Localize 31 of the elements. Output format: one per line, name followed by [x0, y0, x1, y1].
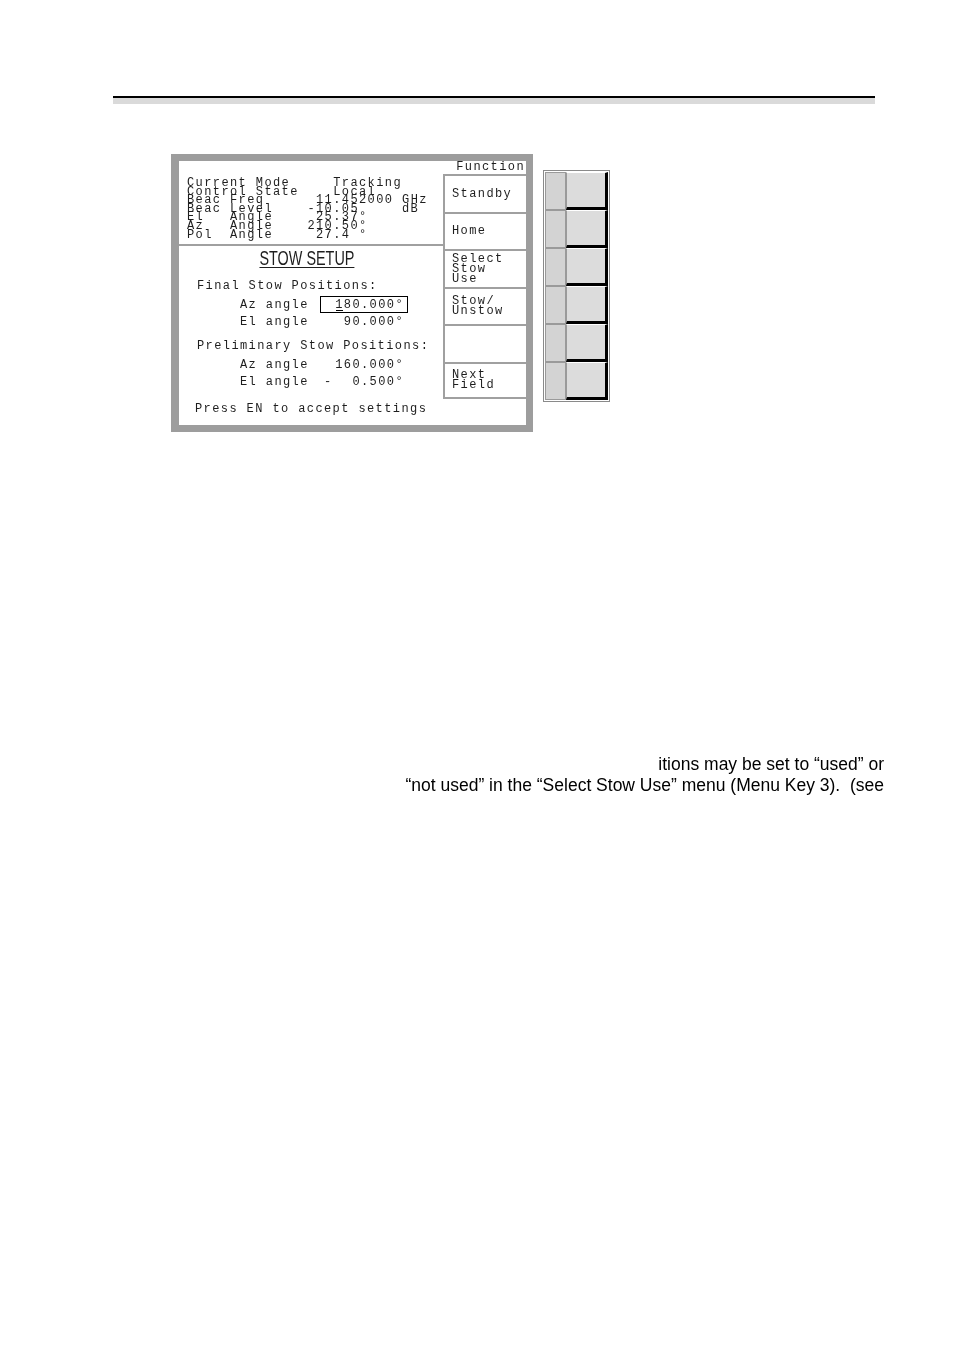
status-value: Tracking [333, 179, 403, 188]
prompt-text: Press EN to accept settings [194, 402, 429, 416]
hardware-key[interactable] [545, 248, 608, 286]
field-label: El angle [240, 314, 310, 329]
hardware-key[interactable] [545, 324, 608, 362]
section-heading: Preliminary Stow Positions: [196, 339, 431, 353]
softkey-label: Next Field [443, 361, 526, 399]
hardware-key[interactable] [545, 210, 608, 248]
status-value: 27.4 ° [316, 230, 368, 240]
body-text: itions may be set to “used” or [658, 754, 884, 775]
softkey-label: Standby [443, 174, 526, 212]
softkey-label: Select Stow Use [443, 249, 526, 287]
field-label: Az angle [240, 357, 310, 372]
screen-title: STOW SETUP [259, 248, 355, 268]
angle-field[interactable]: 180.000° [320, 296, 408, 313]
softkey-label: Stow/ Unstow [443, 286, 526, 324]
angle-field[interactable]: 90.000° [320, 313, 408, 330]
field-label: Az angle [240, 297, 310, 312]
angle-field[interactable]: 160.000° [320, 356, 408, 373]
hardware-key[interactable] [545, 362, 608, 400]
angle-field[interactable]: - 0.500° [320, 373, 408, 390]
section-heading: Final Stow Positions: [196, 279, 379, 293]
text-cursor-icon [335, 310, 343, 311]
body-text: “not used” in the “Select Stow Use” menu (Menu Key 3). (see [405, 775, 884, 796]
softkey-header: Function [456, 161, 525, 174]
status-label: Pol Angle [187, 230, 273, 240]
softkey-label: Home [443, 211, 526, 249]
hardware-key[interactable] [545, 286, 608, 324]
unit-label: dB [402, 204, 420, 214]
hardware-key[interactable] [545, 172, 608, 210]
field-label: El angle [240, 374, 310, 389]
